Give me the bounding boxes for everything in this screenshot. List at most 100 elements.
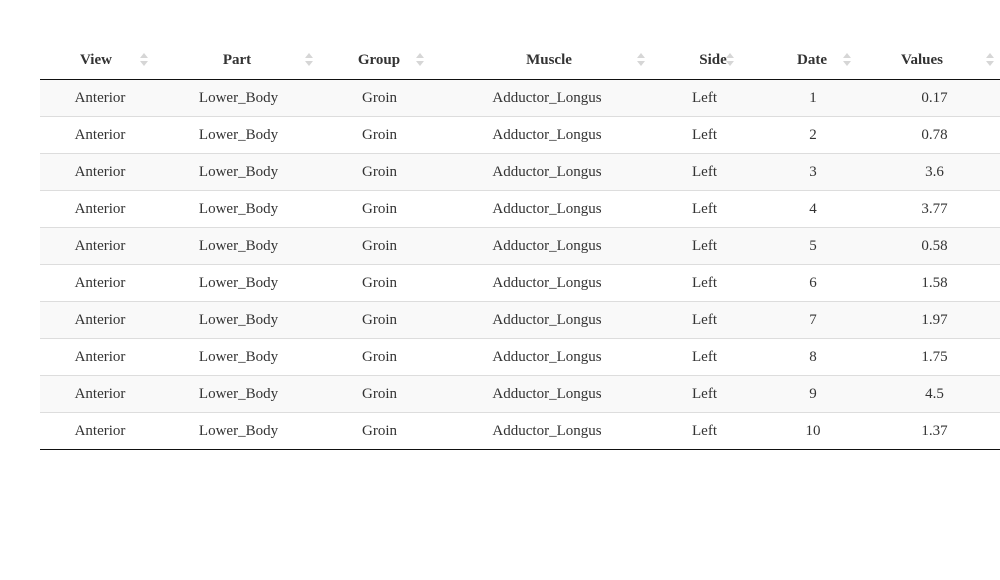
cell-side: Left — [652, 301, 757, 339]
table-row: Anterior Lower_Body Groin Adductor_Longus Le… — [40, 190, 1000, 228]
cell-side: Left — [652, 79, 757, 117]
table-row: Anterior Lower_Body Groin Adductor_Longus Le… — [40, 153, 1000, 191]
cell-view: Anterior — [40, 153, 160, 191]
data-table-container: View Part Group Muscle Side Date Values Anteri… — [40, 41, 1000, 450]
cell-part: Lower_Body — [160, 116, 317, 154]
cell-side: Left — [652, 338, 757, 376]
sort-both-icon[interactable] — [416, 53, 424, 67]
cell-group: Groin — [317, 301, 442, 339]
cell-view: Anterior — [40, 301, 160, 339]
cell-group: Groin — [317, 190, 442, 228]
cell-values: 1.75 — [869, 338, 1000, 376]
cell-view: Anterior — [40, 79, 160, 117]
cell-muscle: Adductor_Longus — [442, 301, 652, 339]
cell-view: Anterior — [40, 227, 160, 265]
cell-values: 0.58 — [869, 227, 1000, 265]
cell-side: Left — [652, 153, 757, 191]
cell-view: Anterior — [40, 412, 160, 450]
cell-side: Left — [652, 116, 757, 154]
cell-values: 4.5 — [869, 375, 1000, 413]
cell-muscle: Adductor_Longus — [442, 264, 652, 302]
column-header-label: Part — [222, 51, 252, 68]
cell-part: Lower_Body — [160, 264, 317, 302]
cell-part: Lower_Body — [160, 79, 317, 117]
cell-view: Anterior — [40, 375, 160, 413]
column-header-part[interactable]: Part — [160, 41, 317, 80]
sort-both-icon[interactable] — [140, 53, 148, 67]
cell-side: Left — [652, 412, 757, 450]
cell-group: Groin — [317, 338, 442, 376]
cell-side: Left — [652, 375, 757, 413]
cell-side: Left — [652, 227, 757, 265]
cell-group: Groin — [317, 412, 442, 450]
sort-both-icon[interactable] — [305, 53, 313, 67]
cell-group: Groin — [317, 375, 442, 413]
cell-values: 1.97 — [869, 301, 1000, 339]
cell-muscle: Adductor_Longus — [442, 227, 652, 265]
cell-date: 2 — [757, 116, 869, 154]
table-body: Anterior Lower_Body Groin Adductor_Longus Le… — [40, 79, 1000, 450]
column-header-label: Values — [901, 51, 943, 68]
sort-both-icon[interactable] — [726, 53, 734, 67]
column-header-label: View — [80, 51, 112, 68]
cell-date: 1 — [757, 79, 869, 117]
cell-part: Lower_Body — [160, 301, 317, 339]
cell-view: Anterior — [40, 190, 160, 228]
column-header-date[interactable]: Date — [757, 41, 869, 80]
cell-muscle: Adductor_Longus — [442, 412, 652, 450]
cell-side: Left — [652, 264, 757, 302]
cell-date: 10 — [757, 412, 869, 450]
cell-part: Lower_Body — [160, 412, 317, 450]
cell-muscle: Adductor_Longus — [442, 116, 652, 154]
header-row: View Part Group Muscle Side Date Values — [40, 41, 1000, 80]
column-header-values[interactable]: Values — [869, 41, 1000, 80]
cell-muscle: Adductor_Longus — [442, 375, 652, 413]
cell-values: 0.17 — [869, 79, 1000, 117]
table-row: Anterior Lower_Body Groin Adductor_Longus Le… — [40, 264, 1000, 302]
table-row: Anterior Lower_Body Groin Adductor_Longus Le… — [40, 375, 1000, 413]
cell-date: 7 — [757, 301, 869, 339]
cell-group: Groin — [317, 227, 442, 265]
cell-group: Groin — [317, 264, 442, 302]
data-table: View Part Group Muscle Side Date Values Anteri… — [40, 41, 1000, 450]
cell-date: 5 — [757, 227, 869, 265]
sort-both-icon[interactable] — [986, 53, 994, 67]
cell-view: Anterior — [40, 338, 160, 376]
cell-part: Lower_Body — [160, 153, 317, 191]
sort-both-icon[interactable] — [843, 53, 851, 67]
cell-part: Lower_Body — [160, 338, 317, 376]
column-header-label: Muscle — [526, 51, 572, 68]
cell-date: 9 — [757, 375, 869, 413]
cell-muscle: Adductor_Longus — [442, 79, 652, 117]
cell-muscle: Adductor_Longus — [442, 190, 652, 228]
column-header-group[interactable]: Group — [317, 41, 442, 80]
column-header-side[interactable]: Side — [652, 41, 757, 80]
cell-values: 3.77 — [869, 190, 1000, 228]
table-row: Anterior Lower_Body Groin Adductor_Longus Le… — [40, 227, 1000, 265]
table-row: Anterior Lower_Body Groin Adductor_Longus Le… — [40, 301, 1000, 339]
table-row: Anterior Lower_Body Groin Adductor_Longus Le… — [40, 116, 1000, 154]
cell-date: 6 — [757, 264, 869, 302]
cell-values: 0.78 — [869, 116, 1000, 154]
cell-part: Lower_Body — [160, 190, 317, 228]
table-row: Anterior Lower_Body Groin Adductor_Longus Le… — [40, 79, 1000, 117]
sort-both-icon[interactable] — [637, 53, 645, 67]
cell-side: Left — [652, 190, 757, 228]
cell-group: Groin — [317, 116, 442, 154]
cell-muscle: Adductor_Longus — [442, 338, 652, 376]
cell-part: Lower_Body — [160, 375, 317, 413]
table-row: Anterior Lower_Body Groin Adductor_Longus Le… — [40, 412, 1000, 450]
cell-values: 1.58 — [869, 264, 1000, 302]
table-row: Anterior Lower_Body Groin Adductor_Longus Le… — [40, 338, 1000, 376]
cell-view: Anterior — [40, 264, 160, 302]
cell-values: 1.37 — [869, 412, 1000, 450]
cell-group: Groin — [317, 153, 442, 191]
column-header-label: Side — [699, 51, 727, 68]
cell-muscle: Adductor_Longus — [442, 153, 652, 191]
cell-view: Anterior — [40, 116, 160, 154]
cell-values: 3.6 — [869, 153, 1000, 191]
column-header-view[interactable]: View — [40, 41, 160, 80]
cell-part: Lower_Body — [160, 227, 317, 265]
column-header-muscle[interactable]: Muscle — [442, 41, 652, 80]
table-header: View Part Group Muscle Side Date Values — [40, 41, 1000, 80]
